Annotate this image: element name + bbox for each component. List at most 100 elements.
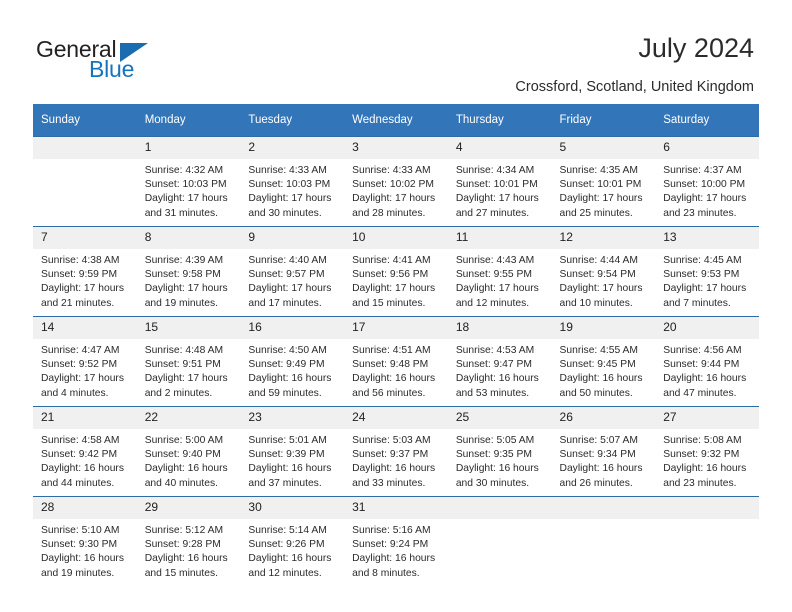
day-daylight-2-text: and 4 minutes. bbox=[41, 387, 109, 399]
calendar-day-cell[interactable]: 29 Sunrise: 5:12 AM Sunset: 9:28 PM Dayligh… bbox=[136, 496, 241, 586]
day-sunrise-text: Sunrise: 4:58 AM bbox=[41, 435, 120, 446]
day-sunset-text: Sunset: 9:35 PM bbox=[455, 449, 532, 461]
day-number: 5 bbox=[551, 137, 656, 159]
day-daylight-1-text: Daylight: 17 hours bbox=[559, 193, 643, 205]
day-sunrise-text: Sunrise: 4:48 AM bbox=[144, 345, 224, 356]
day-details: Sunrise: 4:39 AM Sunset: 9:58 PM Daylight:… bbox=[137, 249, 241, 311]
calendar-day-cell[interactable]: 31 Sunrise: 5:16 AM Sunset: 9:24 PM Dayligh… bbox=[344, 496, 448, 586]
day-details: Sunrise: 4:35 AM Sunset: 10:01 PM Daylight… bbox=[552, 159, 656, 221]
day-daylight-1-text: Daylight: 17 hours bbox=[248, 283, 332, 295]
day-daylight-2-text: and 19 minutes. bbox=[41, 567, 115, 579]
day-details: Sunrise: 5:01 AM Sunset: 9:39 PM Daylight:… bbox=[240, 429, 344, 491]
calendar-day-cell[interactable]: 21 Sunrise: 4:58 AM Sunset: 9:42 PM Dayligh… bbox=[33, 406, 137, 497]
brand-logo[interactable]: General Blue bbox=[36, 36, 236, 92]
day-daylight-1-text: Daylight: 17 hours bbox=[352, 193, 436, 205]
calendar-day-cell[interactable]: 10 Sunrise: 4:41 AM Sunset: 9:56 PM Dayligh… bbox=[344, 226, 448, 317]
day-number: 3 bbox=[344, 137, 448, 159]
day-number: 9 bbox=[240, 227, 345, 249]
day-daylight-1-text: Daylight: 17 hours bbox=[144, 373, 228, 385]
calendar-day-cell[interactable]: 16 Sunrise: 4:50 AM Sunset: 9:49 PM Dayligh… bbox=[240, 316, 345, 407]
day-sunset-text: Sunset: 9:40 PM bbox=[144, 449, 221, 461]
calendar-day-cell[interactable]: 12 Sunrise: 4:44 AM Sunset: 9:54 PM Dayligh… bbox=[551, 226, 656, 317]
calendar-day-cell[interactable]: 18 Sunrise: 4:53 AM Sunset: 9:47 PM Dayligh… bbox=[447, 316, 552, 407]
calendar-day-cell-empty bbox=[655, 496, 759, 586]
day-number: 25 bbox=[447, 407, 552, 429]
calendar-day-cell[interactable]: 1 Sunrise: 4:32 AM Sunset: 10:03 PM Dayligh… bbox=[136, 136, 241, 227]
calendar-table: Sunday Monday Tuesday Wednesday Thursday… bbox=[33, 104, 759, 586]
day-sunset-text: Sunset: 9:26 PM bbox=[248, 539, 325, 551]
calendar-day-cell[interactable]: 5 Sunrise: 4:35 AM Sunset: 10:01 PM Dayligh… bbox=[551, 136, 656, 227]
calendar-day-cell[interactable]: 8 Sunrise: 4:39 AM Sunset: 9:58 PM Daylight… bbox=[136, 226, 241, 317]
day-number: 21 bbox=[33, 407, 137, 429]
day-sunrise-text: Sunrise: 4:53 AM bbox=[455, 345, 535, 356]
day-sunset-text: Sunset: 9:24 PM bbox=[352, 539, 429, 551]
day-daylight-2-text: and 25 minutes. bbox=[559, 207, 633, 219]
day-daylight-1-text: Daylight: 16 hours bbox=[41, 553, 124, 565]
day-number bbox=[33, 137, 137, 159]
day-sunset-text: Sunset: 9:59 PM bbox=[41, 269, 118, 281]
calendar-day-cell[interactable]: 30 Sunrise: 5:14 AM Sunset: 9:26 PM Dayligh… bbox=[240, 496, 345, 586]
calendar-body: 1 Sunrise: 4:32 AM Sunset: 10:03 PM Dayligh… bbox=[33, 136, 759, 586]
calendar-day-cell[interactable]: 23 Sunrise: 5:01 AM Sunset: 9:39 PM Dayligh… bbox=[240, 406, 345, 497]
day-daylight-2-text: and 44 minutes. bbox=[41, 477, 115, 489]
day-daylight-1-text: Daylight: 16 hours bbox=[41, 463, 124, 475]
day-details: Sunrise: 5:05 AM Sunset: 9:35 PM Daylight:… bbox=[448, 429, 552, 491]
day-number: 8 bbox=[136, 227, 241, 249]
day-sunset-text: Sunset: 9:34 PM bbox=[559, 449, 636, 461]
day-details: Sunrise: 5:16 AM Sunset: 9:24 PM Daylight:… bbox=[344, 519, 448, 581]
day-number: 29 bbox=[136, 497, 241, 519]
calendar-day-cell[interactable]: 13 Sunrise: 4:45 AM Sunset: 9:53 PM Dayligh… bbox=[655, 226, 759, 317]
day-number: 6 bbox=[655, 137, 759, 159]
day-sunset-text: Sunset: 9:28 PM bbox=[144, 539, 221, 551]
day-number: 13 bbox=[655, 227, 759, 249]
calendar-day-cell[interactable]: 4 Sunrise: 4:34 AM Sunset: 10:01 PM Dayligh… bbox=[447, 136, 552, 227]
day-sunrise-text: Sunrise: 4:33 AM bbox=[352, 165, 431, 176]
calendar-day-cell[interactable]: 7 Sunrise: 4:38 AM Sunset: 9:59 PM Daylight… bbox=[33, 226, 137, 317]
day-sunset-text: Sunset: 10:03 PM bbox=[248, 179, 331, 191]
day-sunset-text: Sunset: 10:02 PM bbox=[352, 179, 434, 191]
day-number: 15 bbox=[136, 317, 241, 339]
day-details bbox=[552, 519, 656, 524]
day-number: 4 bbox=[447, 137, 552, 159]
day-sunset-text: Sunset: 10:00 PM bbox=[663, 179, 746, 191]
day-details: Sunrise: 4:47 AM Sunset: 9:52 PM Daylight:… bbox=[33, 339, 137, 401]
calendar-day-cell[interactable]: 15 Sunrise: 4:48 AM Sunset: 9:51 PM Dayligh… bbox=[136, 316, 241, 407]
day-sunset-text: Sunset: 9:45 PM bbox=[559, 359, 636, 371]
calendar-day-cell[interactable]: 14 Sunrise: 4:47 AM Sunset: 9:52 PM Dayligh… bbox=[33, 316, 137, 407]
day-number: 30 bbox=[240, 497, 345, 519]
day-sunset-text: Sunset: 9:52 PM bbox=[41, 359, 118, 371]
day-daylight-1-text: Daylight: 16 hours bbox=[352, 373, 436, 385]
day-number: 22 bbox=[136, 407, 241, 429]
calendar-day-cell[interactable]: 2 Sunrise: 4:33 AM Sunset: 10:03 PM Dayligh… bbox=[240, 136, 345, 227]
day-details bbox=[655, 519, 759, 524]
day-sunrise-text: Sunrise: 5:07 AM bbox=[559, 435, 638, 446]
page-title: July 2024 bbox=[638, 33, 754, 63]
day-number: 2 bbox=[240, 137, 345, 159]
day-number: 28 bbox=[33, 497, 137, 519]
calendar-day-cell[interactable]: 19 Sunrise: 4:55 AM Sunset: 9:45 PM Dayligh… bbox=[551, 316, 656, 407]
day-details: Sunrise: 4:44 AM Sunset: 9:54 PM Daylight:… bbox=[552, 249, 656, 311]
weekday-header-wednesday: Wednesday bbox=[344, 104, 448, 137]
day-number bbox=[655, 497, 759, 519]
calendar-day-cell[interactable]: 6 Sunrise: 4:37 AM Sunset: 10:00 PM Dayligh… bbox=[655, 136, 759, 227]
day-sunrise-text: Sunrise: 5:05 AM bbox=[455, 435, 535, 446]
calendar-day-cell-empty bbox=[447, 496, 552, 586]
calendar-day-cell[interactable]: 17 Sunrise: 4:51 AM Sunset: 9:48 PM Dayligh… bbox=[344, 316, 448, 407]
calendar-day-cell[interactable]: 27 Sunrise: 5:08 AM Sunset: 9:32 PM Dayligh… bbox=[655, 406, 759, 497]
calendar-day-cell[interactable]: 22 Sunrise: 5:00 AM Sunset: 9:40 PM Dayligh… bbox=[136, 406, 241, 497]
calendar-day-cell[interactable]: 3 Sunrise: 4:33 AM Sunset: 10:02 PM Dayligh… bbox=[344, 136, 448, 227]
calendar-day-cell[interactable]: 25 Sunrise: 5:05 AM Sunset: 9:35 PM Dayligh… bbox=[447, 406, 552, 497]
day-daylight-2-text: and 31 minutes. bbox=[144, 207, 218, 219]
calendar-day-cell[interactable]: 11 Sunrise: 4:43 AM Sunset: 9:55 PM Dayligh… bbox=[447, 226, 552, 317]
calendar-day-cell[interactable]: 28 Sunrise: 5:10 AM Sunset: 9:30 PM Dayligh… bbox=[33, 496, 137, 586]
day-sunrise-text: Sunrise: 4:47 AM bbox=[41, 345, 120, 356]
weekday-header-friday: Friday bbox=[551, 104, 656, 137]
day-details: Sunrise: 5:00 AM Sunset: 9:40 PM Daylight:… bbox=[137, 429, 241, 491]
calendar-day-cell[interactable]: 9 Sunrise: 4:40 AM Sunset: 9:57 PM Daylight… bbox=[240, 226, 345, 317]
calendar-day-cell[interactable]: 26 Sunrise: 5:07 AM Sunset: 9:34 PM Dayligh… bbox=[551, 406, 656, 497]
calendar-day-cell[interactable]: 20 Sunrise: 4:56 AM Sunset: 9:44 PM Dayligh… bbox=[655, 316, 759, 407]
day-sunrise-text: Sunrise: 4:37 AM bbox=[663, 165, 742, 176]
day-sunrise-text: Sunrise: 5:08 AM bbox=[663, 435, 742, 446]
calendar-day-cell[interactable]: 24 Sunrise: 5:03 AM Sunset: 9:37 PM Dayligh… bbox=[344, 406, 448, 497]
day-daylight-1-text: Daylight: 17 hours bbox=[352, 283, 436, 295]
